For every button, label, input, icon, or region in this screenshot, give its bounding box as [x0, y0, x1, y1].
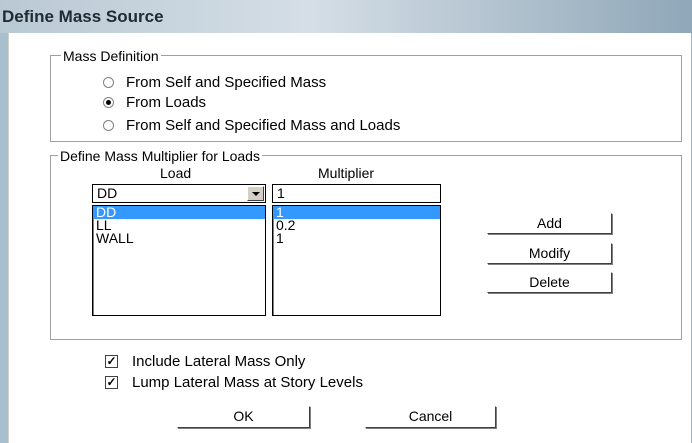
radio-label: From Self and Specified Mass	[126, 73, 327, 91]
checkbox-checked[interactable]: ✓	[105, 354, 118, 368]
list-item[interactable]: 1	[273, 205, 440, 219]
include-lateral-mass-checkbox[interactable]: ✓ Include Lateral Mass Only	[105, 352, 305, 370]
chevron-down-icon[interactable]	[247, 186, 264, 201]
list-item[interactable]: WALL	[93, 231, 265, 245]
load-dropdown-value: DD	[97, 185, 118, 201]
checkbox-label: Lump Lateral Mass at Story Levels	[132, 373, 363, 391]
delete-button[interactable]: Delete	[487, 272, 612, 293]
checkbox-label: Include Lateral Mass Only	[132, 352, 306, 370]
list-item[interactable]: 1	[273, 231, 440, 245]
cancel-button[interactable]: Cancel	[365, 406, 496, 428]
load-list[interactable]: DD LL WALL	[92, 205, 266, 316]
radio-self-specified-and-loads[interactable]: From Self and Specified Mass and Loads	[103, 116, 400, 134]
modify-button[interactable]: Modify	[487, 243, 612, 264]
checkbox-checked[interactable]: ✓	[105, 375, 118, 389]
add-button[interactable]: Add	[487, 213, 612, 234]
radio-label: From Self and Specified Mass and Loads	[126, 116, 401, 134]
list-item[interactable]: 0.2	[273, 218, 440, 232]
title-bar[interactable]: Define Mass Source	[0, 0, 692, 33]
multiplier-column-header: Multiplier	[318, 165, 375, 181]
multiplier-input[interactable]: 1	[272, 184, 441, 203]
radio-button-selected[interactable]	[103, 96, 114, 108]
radio-button[interactable]	[103, 76, 114, 88]
load-column-header: Load	[160, 165, 192, 181]
multiplier-list[interactable]: 1 0.2 1	[272, 205, 441, 316]
window-title: Define Mass Source	[2, 7, 164, 26]
load-dropdown[interactable]: DD	[92, 184, 266, 203]
lump-lateral-mass-checkbox[interactable]: ✓ Lump Lateral Mass at Story Levels	[105, 373, 363, 391]
list-item[interactable]: DD	[93, 205, 265, 219]
mass-definition-label: Mass Definition	[61, 48, 161, 64]
radio-label: From Loads	[126, 93, 207, 111]
multiplier-input-value: 1	[277, 185, 285, 201]
ok-button[interactable]: OK	[177, 406, 310, 428]
mass-multiplier-label: Define Mass Multiplier for Loads	[58, 148, 262, 164]
radio-from-loads[interactable]: From Loads	[103, 93, 206, 111]
radio-button[interactable]	[103, 119, 114, 131]
radio-self-and-specified[interactable]: From Self and Specified Mass	[103, 73, 326, 91]
